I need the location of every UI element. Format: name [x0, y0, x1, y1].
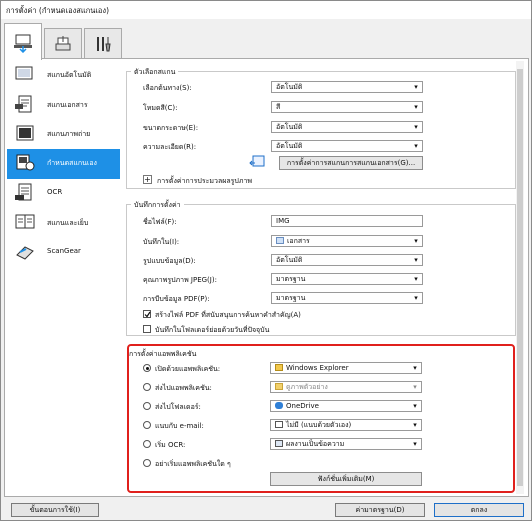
resolution-label: ความละเอียด(R): [143, 143, 197, 151]
sidebar-item-photo-scan[interactable]: สแกนภาพถ่าย [7, 120, 120, 148]
save-in-select[interactable]: เอกสาร ▾ [271, 235, 423, 247]
tab-general-settings[interactable] [84, 28, 122, 59]
scan-stitch-icon [15, 214, 35, 229]
general-settings-tools-icon [97, 37, 111, 52]
defaults-button[interactable]: ค่ามาตรฐาน(D) [335, 503, 425, 517]
scan-options-group: ตัวเลือกสแกน เลือกต้นทาง(S): อัตโนมัติ ▾ … [126, 67, 516, 189]
sidebar-item-label: ScanGear [47, 247, 81, 255]
sidebar-item-label: สแกนภาพถ่าย [47, 130, 91, 138]
chevron-down-icon: ▾ [414, 142, 418, 150]
vertical-scrollbar[interactable] [516, 61, 524, 494]
sidebar-item-ocr[interactable]: OCR [7, 179, 120, 207]
tab-scan-from-computer[interactable] [4, 23, 42, 60]
subfolder-date-label: บันทึกในโฟลเดอร์ย่อยด้วยวันที่ปัจจุบัน [155, 326, 270, 334]
instructions-button[interactable]: ขั้นตอนการใช้(I) [11, 503, 99, 517]
chevron-down-icon: ▾ [414, 256, 418, 264]
sidebar-item-label: สแกนเอกสาร [47, 101, 88, 109]
scangear-icon [16, 246, 34, 260]
ocr-icon [15, 183, 32, 201]
chevron-down-icon: ▾ [414, 294, 418, 302]
sidebar-item-scan-stitch[interactable]: สแกนและเย็บ [7, 209, 120, 237]
jpeg-quality-label: คุณภาพรูปภาพ JPEG(J): [143, 276, 217, 284]
sidebar-item-label: สแกนและเย็บ [47, 219, 89, 227]
sidebar-item-document-scan[interactable]: สแกนเอกสาร [7, 91, 120, 119]
document-scan-icon [15, 95, 32, 113]
save-settings-group: บันทึกการตั้งค่า ชื่อไฟล์(F): IMG บันทึก… [126, 200, 516, 336]
sidebar-item-label: OCR [47, 188, 63, 196]
group-title: ตัวเลือกสแกน [131, 67, 179, 78]
file-name-label: ชื่อไฟล์(F): [143, 218, 177, 226]
chevron-down-icon: ▾ [414, 123, 418, 131]
auto-scan-icon [15, 66, 33, 80]
color-mode-select[interactable]: สี ▾ [271, 101, 423, 113]
pdf-compression-select[interactable]: มาตรฐาน ▾ [271, 292, 423, 304]
custom-scan-icon [16, 154, 35, 171]
scan-from-computer-icon [14, 34, 32, 53]
document-scan-settings-button[interactable]: การตั้งค่าการสแกนการสแกนเอกสาร(G)... [279, 156, 423, 170]
chevron-down-icon: ▾ [414, 275, 418, 283]
resolution-select[interactable]: อัตโนมัติ ▾ [271, 140, 423, 152]
searchable-pdf-checkbox[interactable] [143, 310, 151, 318]
color-mode-label: โหมดสี(C): [143, 104, 178, 112]
document-folder-icon [276, 237, 284, 244]
scrollbar-thumb[interactable] [517, 69, 523, 486]
save-in-label: บันทึกใน(I): [143, 238, 180, 246]
searchable-pdf-label: สร้างไฟล์ PDF ที่สนับสนุนการค้นหาคำสำคัญ… [155, 311, 301, 319]
scan-from-panel-icon [55, 36, 71, 51]
image-processing-label[interactable]: การตั้งค่าการประมวลผลรูปภาพ [157, 176, 252, 187]
jpeg-quality-select[interactable]: มาตรฐาน ▾ [271, 273, 423, 285]
group-title: บันทึกการตั้งค่า [131, 200, 184, 211]
data-format-label: รูปแบบข้อมูล(D): [143, 257, 196, 265]
ok-button[interactable]: ตกลง [434, 503, 524, 517]
highlight-box [127, 344, 515, 493]
checkmark-icon [144, 311, 151, 318]
data-format-select[interactable]: อัตโนมัติ ▾ [271, 254, 423, 266]
chevron-down-icon: ▾ [414, 83, 418, 91]
sidebar-item-label: กำหนดสแกนเอง [47, 159, 97, 167]
chevron-down-icon: ▾ [414, 237, 418, 245]
title-bar: การตั้งค่า (กำหนดเองสแกนเอง) [1, 1, 531, 19]
sidebar-item-custom-scan[interactable]: กำหนดสแกนเอง [7, 149, 120, 179]
photo-scan-icon [16, 125, 34, 141]
source-select[interactable]: อัตโนมัติ ▾ [271, 81, 423, 93]
paper-size-label: ขนาดกระดาษ(E): [143, 124, 199, 132]
sidebar-item-scangear[interactable]: ScanGear [7, 238, 120, 266]
paper-size-select[interactable]: อัตโนมัติ ▾ [271, 121, 423, 133]
window-title: การตั้งค่า (กำหนดเองสแกนเอง) [6, 6, 110, 15]
expand-plus-icon[interactable]: + [143, 175, 152, 184]
chevron-down-icon: ▾ [414, 103, 418, 111]
subfolder-date-checkbox[interactable] [143, 325, 151, 333]
document-settings-icon [249, 155, 265, 167]
tab-scan-from-panel[interactable] [44, 28, 82, 59]
pdf-compression-label: การบีบข้อมูล PDF(P): [143, 295, 210, 303]
sidebar: สแกนอัตโนมัติ สแกนเอกสาร สแกนภาพถ่าย กำห… [7, 61, 120, 271]
sidebar-item-auto-scan[interactable]: สแกนอัตโนมัติ [7, 61, 120, 89]
source-label: เลือกต้นทาง(S): [143, 84, 192, 92]
tab-strip [4, 23, 124, 60]
settings-dialog: การตั้งค่า (กำหนดเองสแกนเอง) สแกนอัตโนมั… [0, 0, 532, 521]
sidebar-item-label: สแกนอัตโนมัติ [47, 71, 92, 79]
file-name-input[interactable]: IMG [271, 215, 423, 227]
